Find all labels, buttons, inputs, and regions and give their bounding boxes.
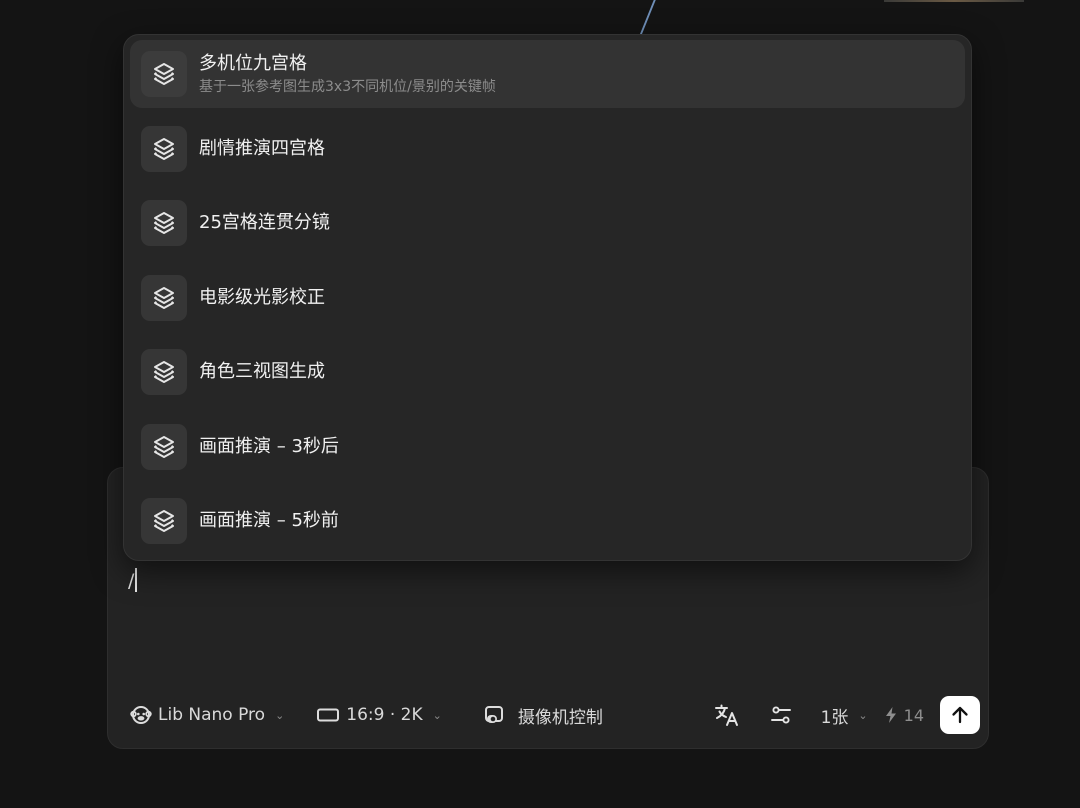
lightning-icon bbox=[885, 707, 896, 723]
menu-item[interactable]: 画面推演 – 5秒前 bbox=[130, 487, 965, 555]
menu-item-title: 画面推演 – 5秒前 bbox=[199, 510, 339, 531]
menu-item-title: 电影级光影校正 bbox=[199, 286, 325, 308]
monkey-icon bbox=[130, 706, 152, 724]
sliders-icon bbox=[770, 706, 791, 724]
arrow-up-icon bbox=[952, 706, 968, 724]
rectangle-icon bbox=[317, 708, 340, 722]
canvas-connector-line bbox=[640, 0, 656, 34]
send-button[interactable] bbox=[940, 696, 980, 734]
menu-item-title: 剧情推演四宫格 bbox=[199, 137, 325, 159]
model-label: Lib Nano Pro bbox=[158, 705, 266, 725]
menu-item[interactable]: 角色三视图生成 bbox=[130, 338, 965, 406]
menu-item-text: 画面推演 – 5秒前 bbox=[199, 487, 339, 555]
chevron-down-icon: ⌄ bbox=[858, 708, 868, 722]
image-count-label: 1张 bbox=[820, 707, 849, 728]
layers-icon bbox=[141, 200, 187, 246]
layers-icon bbox=[141, 423, 187, 470]
prompt-input[interactable]: / bbox=[128, 568, 968, 658]
menu-item-text: 画面推演 – 3秒后 bbox=[199, 413, 339, 481]
settings-button[interactable] bbox=[765, 699, 797, 731]
camera-toggle-icon bbox=[484, 706, 503, 723]
menu-item-title: 画面推演 – 3秒后 bbox=[199, 435, 339, 457]
menu-item-text: 角色三视图生成 bbox=[199, 338, 325, 406]
slash-command-menu: 多机位九宫格基于一张参考图生成3x3不同机位/景别的关键帧剧情推演四宫格 25宫格… bbox=[123, 34, 972, 561]
text-caret bbox=[135, 568, 137, 592]
menu-item[interactable]: 电影级光影校正 bbox=[130, 264, 965, 332]
layers-icon bbox=[141, 274, 187, 321]
menu-item-text: 多机位九宫格基于一张参考图生成3x3不同机位/景别的关键帧 bbox=[199, 40, 496, 108]
menu-item-text: 剧情推演四宫格 bbox=[199, 115, 325, 183]
menu-item-text: 25宫格连贯分镜 bbox=[199, 189, 330, 257]
menu-item[interactable]: 剧情推演四宫格 bbox=[130, 115, 965, 183]
layers-icon bbox=[141, 125, 187, 172]
translate-button[interactable] bbox=[711, 699, 743, 731]
camera-control-label: 摄像机控制 bbox=[517, 707, 603, 728]
translate-icon bbox=[714, 704, 738, 726]
menu-item[interactable]: 画面推演 – 3秒后 bbox=[130, 413, 965, 481]
layers-icon bbox=[141, 51, 187, 97]
aspect-ratio-label: 16:9 · 2K bbox=[346, 705, 423, 725]
credits-value: 14 bbox=[903, 705, 924, 725]
menu-item-title: 25宫格连贯分镜 bbox=[199, 212, 330, 233]
menu-item-title: 角色三视图生成 bbox=[199, 361, 325, 382]
menu-item[interactable]: 25宫格连贯分镜 bbox=[130, 189, 965, 257]
composer-toolbar: Lib Nano Pro ⌄ 16:9 · 2K ⌄ 摄像机控制 1张 ⌄ 14 bbox=[128, 696, 980, 734]
canvas-thumbnail-edge bbox=[884, 0, 1024, 2]
chevron-down-icon: ⌄ bbox=[432, 708, 442, 722]
credits-cost: 14 bbox=[884, 706, 924, 725]
camera-control-button[interactable]: 摄像机控制 bbox=[484, 696, 603, 734]
layers-icon bbox=[141, 498, 187, 544]
app-canvas: / Lib Nano Pro ⌄ 16:9 · 2K ⌄ 摄像机控制 1张 ⌄ … bbox=[0, 0, 1080, 808]
prompt-input-text: / bbox=[128, 570, 135, 592]
menu-item-text: 电影级光影校正 bbox=[199, 264, 325, 332]
menu-item-title: 多机位九宫格 bbox=[199, 52, 307, 74]
image-count-selector[interactable]: 1张 ⌄ bbox=[821, 696, 868, 734]
menu-item[interactable]: 多机位九宫格基于一张参考图生成3x3不同机位/景别的关键帧 bbox=[130, 40, 965, 108]
aspect-ratio-selector[interactable]: 16:9 · 2K ⌄ bbox=[316, 696, 442, 734]
layers-icon bbox=[141, 349, 187, 395]
menu-item-subtitle: 基于一张参考图生成3x3不同机位/景别的关键帧 bbox=[199, 78, 496, 95]
model-selector[interactable]: Lib Nano Pro ⌄ bbox=[130, 696, 284, 734]
chevron-down-icon: ⌄ bbox=[275, 708, 285, 722]
